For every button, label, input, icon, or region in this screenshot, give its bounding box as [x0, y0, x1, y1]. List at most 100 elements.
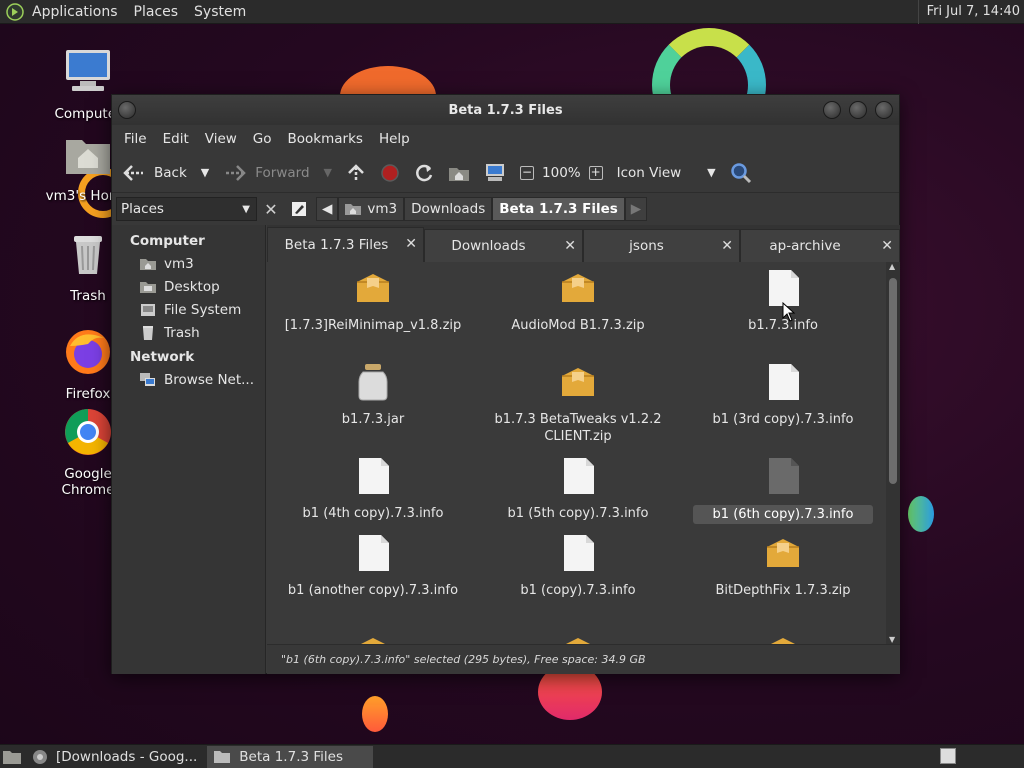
back-history-dropdown-icon[interactable]: ▼	[201, 166, 209, 179]
zoom-level[interactable]: 100%	[542, 165, 581, 181]
window-menu-button[interactable]	[118, 101, 136, 119]
up-arrow-icon	[348, 163, 364, 181]
tab-downloads[interactable]: Downloads ✕	[424, 229, 583, 262]
computer-button[interactable]	[484, 163, 506, 183]
close-icon[interactable]: ✕	[721, 238, 733, 254]
sidebar-heading-network: Network	[130, 349, 195, 365]
package-icon	[767, 539, 799, 567]
sidebar-item-file-system[interactable]: File System	[112, 299, 265, 322]
breadcrumb-forward-arrow[interactable]: ▶	[624, 197, 648, 221]
distro-logo-icon[interactable]	[6, 2, 24, 21]
view-mode-label: Icon View	[616, 164, 682, 181]
folder-icon	[214, 750, 231, 763]
breadcrumb-current[interactable]: Beta 1.7.3 Files	[492, 197, 625, 221]
file-item[interactable]: b1 (5th copy).7.3.info	[488, 456, 668, 522]
file-item[interactable]: b1 (3rd copy).7.3.info	[693, 362, 873, 428]
scroll-up-icon[interactable]: ▲	[889, 262, 895, 271]
tab-jsons[interactable]: jsons ✕	[583, 229, 740, 262]
file-item[interactable]: b1.7.3.info	[693, 268, 873, 334]
close-icon[interactable]: ✕	[405, 236, 417, 252]
file-item[interactable]: b1.7.3.jar	[283, 362, 463, 428]
home-folder-icon	[140, 259, 156, 270]
home-icon	[449, 167, 470, 181]
close-icon[interactable]: ✕	[881, 238, 893, 254]
scroll-thumb[interactable]	[889, 278, 897, 484]
minimize-button[interactable]	[823, 101, 841, 119]
zoom-in-icon[interactable]: +	[588, 165, 603, 180]
scroll-down-icon[interactable]: ▼	[889, 635, 895, 644]
forward-button[interactable]: Forward ▼	[223, 163, 332, 183]
breadcrumb-vm3[interactable]: vm3	[338, 197, 405, 221]
view-mode-dropdown-icon: ▼	[707, 166, 716, 179]
status-bar: "b1 (6th copy).7.3.info" selected (295 b…	[267, 644, 900, 674]
places-menu[interactable]: Places	[126, 0, 187, 24]
file-item-selected[interactable]: b1 (6th copy).7.3.info	[693, 456, 873, 524]
file-item[interactable]: AudioMod B1.7.3.zip	[488, 268, 668, 334]
window-titlebar[interactable]: Beta 1.7.3 Files	[112, 95, 899, 125]
breadcrumb-back-arrow[interactable]: ◀	[316, 197, 339, 221]
package-icon-partial	[566, 638, 590, 644]
sidebar-item-vm3[interactable]: vm3	[112, 253, 265, 276]
menu-file[interactable]: File	[116, 131, 155, 147]
file-name: b1 (copy).7.3.info	[520, 583, 636, 598]
file-name: BitDepthFix 1.7.3.zip	[715, 583, 851, 598]
taskbar-item-file-manager[interactable]: Beta 1.7.3 Files	[207, 745, 374, 768]
tab-beta-files[interactable]: Beta 1.7.3 Files ✕	[267, 227, 424, 262]
menu-go[interactable]: Go	[245, 131, 280, 147]
up-button[interactable]	[346, 163, 366, 183]
forward-history-dropdown-icon[interactable]: ▼	[324, 166, 332, 179]
reload-button[interactable]	[414, 163, 434, 183]
sidebar-item-desktop[interactable]: Desktop	[112, 276, 265, 299]
tab-label: ap-archive	[769, 238, 841, 254]
tab-ap-archive[interactable]: ap-archive ✕	[740, 229, 900, 262]
menu-edit[interactable]: Edit	[155, 131, 197, 147]
sidebar-item-label: File System	[164, 302, 242, 318]
sidebar-item-trash[interactable]: Trash	[112, 322, 265, 345]
package-icon	[562, 368, 594, 396]
view-mode-select[interactable]: Icon View ▼	[617, 165, 716, 181]
file-item[interactable]: b1.7.3 BetaTweaks v1.2.2 CLIENT.zip	[488, 362, 668, 445]
package-icon-partial	[361, 638, 385, 644]
home-button[interactable]	[448, 164, 470, 182]
clock[interactable]: Fri Jul 7, 14:40	[917, 0, 1020, 24]
document-icon	[564, 535, 594, 571]
sidebar-item-label: Trash	[164, 325, 200, 341]
close-sidebar-button[interactable]: ✕	[260, 198, 282, 220]
zoom-out-icon[interactable]: −	[520, 165, 535, 180]
file-item[interactable]: [1.7.3]ReiMinimap_v1.8.zip	[283, 268, 463, 334]
file-item[interactable]: b1 (copy).7.3.info	[488, 533, 668, 599]
taskbar-item-chrome[interactable]: [Downloads - Goog...	[26, 746, 203, 768]
show-desktop-icon[interactable]	[2, 748, 22, 766]
workspace-switcher[interactable]	[940, 748, 956, 764]
close-button[interactable]	[875, 101, 893, 119]
back-button[interactable]: Back ▼	[122, 163, 209, 183]
menu-help[interactable]: Help	[371, 131, 418, 147]
sidebar-type-select[interactable]: Places ▼	[116, 197, 257, 221]
file-item[interactable]: BitDepthFix 1.7.3.zip	[693, 533, 873, 599]
reload-icon	[416, 164, 433, 181]
chrome-icon	[65, 409, 111, 455]
menubar: File Edit View Go Bookmarks Help	[112, 125, 899, 153]
file-name: b1 (another copy).7.3.info	[287, 583, 459, 598]
computer-icon	[66, 50, 110, 91]
applications-menu[interactable]: Applications	[24, 0, 126, 24]
search-button[interactable]	[730, 162, 752, 184]
close-icon[interactable]: ✕	[564, 238, 576, 254]
stop-button[interactable]	[380, 163, 400, 183]
menu-bookmarks[interactable]: Bookmarks	[280, 131, 371, 147]
trash-icon	[74, 236, 102, 274]
system-menu[interactable]: System	[186, 0, 254, 24]
vertical-scrollbar[interactable]: ▲ ▼	[886, 262, 900, 644]
sidebar-item-label: Browse Net...	[164, 372, 255, 388]
file-item[interactable]: b1 (4th copy).7.3.info	[283, 456, 463, 522]
document-icon	[564, 458, 594, 494]
sidebar-item-browse-network[interactable]: Browse Net...	[112, 369, 265, 392]
wallpaper-blob-green	[908, 496, 934, 532]
breadcrumb-downloads[interactable]: Downloads	[404, 197, 493, 221]
toggle-location-entry-button[interactable]	[288, 198, 310, 220]
file-item[interactable]: b1 (another copy).7.3.info	[283, 533, 463, 599]
computer-icon	[486, 163, 505, 181]
menu-view[interactable]: View	[197, 131, 245, 147]
forward-label: Forward	[255, 164, 310, 181]
maximize-button[interactable]	[849, 101, 867, 119]
